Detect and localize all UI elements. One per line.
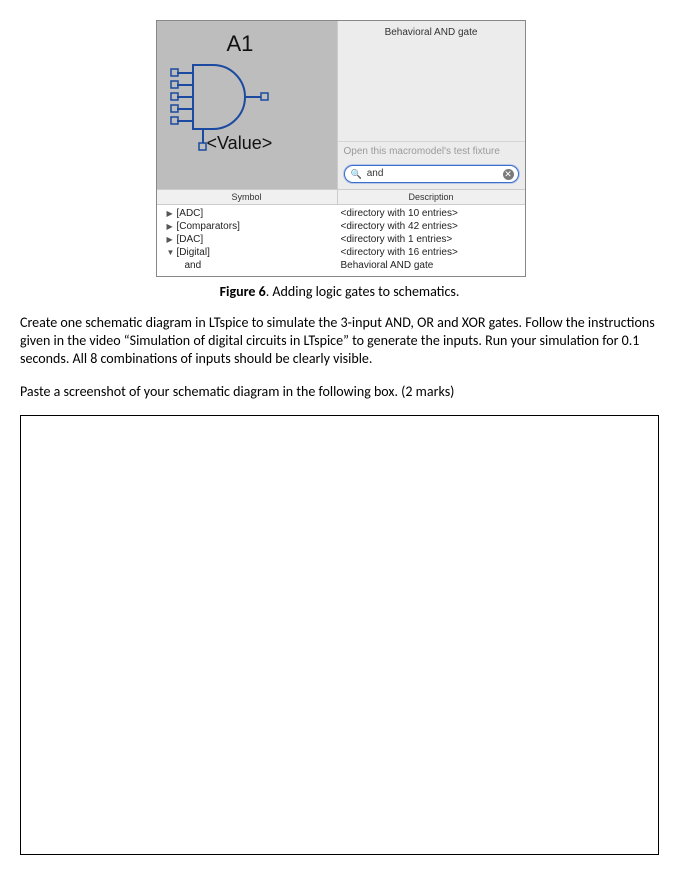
figure-caption: Figure 6. Adding logic gates to schemati… [20, 283, 659, 300]
chevron-down-icon: ▼ [167, 246, 175, 259]
header-symbol: Symbol [157, 190, 338, 204]
component-description: Behavioral AND gate [338, 21, 525, 42]
gate-value: <Value> [207, 133, 273, 154]
search-field[interactable]: 🔍 ✕ [344, 165, 519, 183]
chevron-right-icon: ▶ [167, 233, 175, 246]
tree-row-adc[interactable]: ▶[ADC] <directory with 10 entries> [157, 207, 525, 220]
tree-row-comparators[interactable]: ▶[Comparators] <directory with 42 entrie… [157, 220, 525, 233]
instruction-paragraph-1: Create one schematic diagram in LTspice … [20, 314, 659, 369]
component-tree: ▶[ADC] <directory with 10 entries> ▶[Com… [157, 205, 525, 276]
tree-row-digital[interactable]: ▼[Digital] <directory with 16 entries> [157, 246, 525, 259]
table-header: Symbol Description [157, 189, 525, 205]
figure-container: A1 [156, 20, 524, 277]
tree-row-dac[interactable]: ▶[DAC] <directory with 1 entries> [157, 233, 525, 246]
chevron-right-icon: ▶ [167, 207, 175, 220]
search-icon: 🔍 [351, 169, 362, 180]
open-test-fixture-link[interactable]: Open this macromodel's test fixture [338, 141, 525, 161]
search-input[interactable] [365, 166, 503, 182]
clear-search-icon[interactable]: ✕ [503, 169, 514, 180]
and-gate-symbol [163, 35, 331, 175]
answer-box [20, 415, 659, 855]
header-description: Description [338, 190, 525, 204]
ltspice-dialog: A1 [156, 20, 526, 277]
tree-row-and[interactable]: and Behavioral AND gate [157, 259, 525, 272]
instruction-paragraph-2: Paste a screenshot of your schematic dia… [20, 383, 659, 401]
info-pane: Behavioral AND gate Open this macromodel… [337, 21, 525, 189]
chevron-right-icon: ▶ [167, 220, 175, 233]
symbol-preview-pane: A1 [157, 21, 337, 189]
